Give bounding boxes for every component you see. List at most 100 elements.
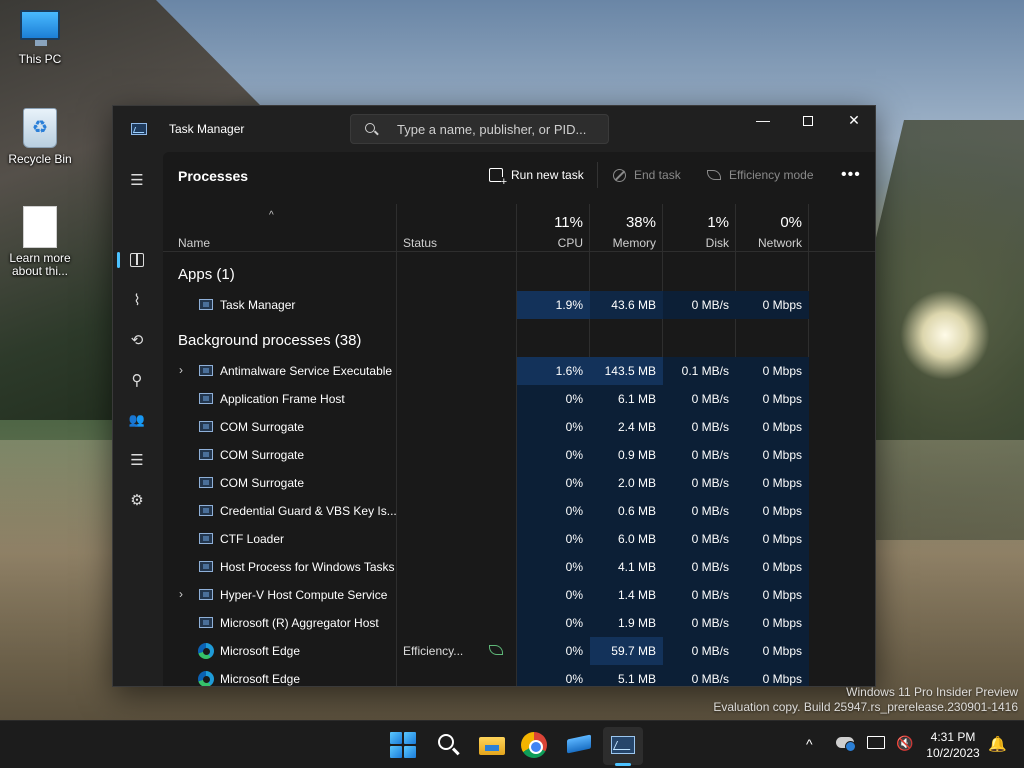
process-name: COM Surrogate <box>220 476 305 490</box>
cpu-cell: 0% <box>517 581 590 609</box>
network-cell: 0 Mbps <box>736 665 809 686</box>
process-name: CTF Loader <box>220 532 285 546</box>
table-row[interactable]: Microsoft (R) Aggregator Host 0% 1.9 MB … <box>163 609 875 637</box>
watermark-line-1: Windows 11 Pro Insider Preview <box>846 685 1018 699</box>
disk-cell: 0 MB/s <box>663 637 736 665</box>
volume-muted-icon[interactable]: 🔇 <box>896 735 913 752</box>
nav-details[interactable]: ☰ <box>119 444 155 476</box>
search-box[interactable]: Type a name, publisher, or PID... <box>350 114 609 144</box>
page-title: Processes <box>178 168 249 184</box>
process-icon <box>199 449 213 460</box>
column-header-memory[interactable]: Memory <box>590 236 656 250</box>
expand-chevron-icon[interactable]: › <box>179 363 183 377</box>
table-row[interactable]: Task Manager 1.9% 43.6 MB 0 MB/s 0 Mbps <box>163 291 875 319</box>
process-name: Host Process for Windows Tasks <box>220 560 395 574</box>
nav-users[interactable]: 👥 <box>119 404 155 436</box>
desktop-icon-label: This PC <box>18 52 62 66</box>
close-button[interactable]: ✕ <box>831 106 875 136</box>
table-row[interactable]: Credential Guard & VBS Key Is... 0% 0.6 … <box>163 497 875 525</box>
column-header-cpu[interactable]: CPU <box>517 236 583 250</box>
table-row[interactable]: Microsoft Edge 0% 5.1 MB 0 MB/s 0 Mbps <box>163 665 875 686</box>
task-manager-taskbar-button[interactable] <box>609 731 637 759</box>
efficiency-mode-button[interactable]: Efficiency mode <box>707 168 814 182</box>
search-input[interactable]: Type a name, publisher, or PID... <box>397 122 586 137</box>
show-hidden-icons-chevron[interactable]: ^ <box>806 736 813 752</box>
memory-cell: 59.7 MB <box>590 637 663 665</box>
onedrive-icon[interactable] <box>836 737 856 752</box>
title-bar[interactable]: Task Manager Type a name, publisher, or … <box>113 106 875 152</box>
table-row[interactable]: › Hyper-V Host Compute Service 0% 1.4 MB… <box>163 581 875 609</box>
taskbar-search-button[interactable] <box>434 731 462 759</box>
disk-cell: 0 MB/s <box>663 385 736 413</box>
network-icon[interactable] <box>867 736 885 749</box>
run-new-task-label: Run new task <box>511 168 584 182</box>
table-row[interactable]: Application Frame Host 0% 6.1 MB 0 MB/s … <box>163 385 875 413</box>
table-row[interactable]: Microsoft Edge Efficiency... 0% 59.7 MB … <box>163 637 875 665</box>
network-cell: 0 Mbps <box>736 497 809 525</box>
disk-cell: 0 MB/s <box>663 609 736 637</box>
end-task-button[interactable]: End task <box>613 168 681 182</box>
hyperv-manager-button[interactable] <box>565 731 593 759</box>
network-cell: 0 Mbps <box>736 525 809 553</box>
run-new-task-button[interactable]: Run new task <box>489 168 584 187</box>
nav-processes[interactable] <box>119 244 155 276</box>
column-header-disk[interactable]: Disk <box>663 236 729 250</box>
clock[interactable]: 4:31 PM 10/2/2023 <box>922 729 984 761</box>
puzzle-icon: ⚙ <box>130 492 144 509</box>
chrome-button[interactable] <box>521 732 547 758</box>
network-cell: 0 Mbps <box>736 357 809 385</box>
nav-startup-apps[interactable]: ⚲ <box>119 364 155 396</box>
minimize-button[interactable]: — <box>740 106 786 136</box>
edge-icon <box>198 671 214 686</box>
process-icon <box>199 421 213 432</box>
column-header-network[interactable]: Network <box>736 236 802 250</box>
windows-logo-pane <box>390 746 402 758</box>
nav-app-history[interactable]: ⟲ <box>119 324 155 356</box>
desktop-icon-recycle-bin[interactable]: Recycle Bin <box>0 108 80 166</box>
desktop-icon-this-pc[interactable]: This PC <box>0 10 80 66</box>
column-header-status[interactable]: Status <box>403 236 437 250</box>
nav-services[interactable]: ⚙ <box>119 484 155 516</box>
start-button[interactable] <box>389 731 417 759</box>
background-section-header[interactable]: Background processes (38) <box>178 332 361 349</box>
process-name: Microsoft (R) Aggregator Host <box>220 616 379 630</box>
process-icon <box>199 393 213 404</box>
process-name: Antimalware Service Executable <box>220 364 393 378</box>
notification-bell-icon[interactable]: 🔔 <box>988 735 1007 753</box>
network-cell: 0 Mbps <box>736 609 809 637</box>
file-explorer-button[interactable] <box>478 731 506 759</box>
nav-performance[interactable]: ⌇ <box>119 284 155 316</box>
process-icon <box>199 505 213 516</box>
network-cell: 0 Mbps <box>736 469 809 497</box>
desktop-icon-learn-more[interactable]: Learn more about thi... <box>0 206 80 278</box>
folder-icon <box>479 737 505 755</box>
cpu-cell: 0% <box>517 497 590 525</box>
cpu-cell: 0% <box>517 609 590 637</box>
table-row[interactable]: COM Surrogate 0% 2.0 MB 0 MB/s 0 Mbps <box>163 469 875 497</box>
table-row[interactable]: Host Process for Windows Tasks 0% 4.1 MB… <box>163 553 875 581</box>
network-cell: 0 Mbps <box>736 385 809 413</box>
hamburger-menu-icon[interactable]: ☰ <box>119 164 155 196</box>
process-icon <box>199 477 213 488</box>
memory-cell: 1.9 MB <box>590 609 663 637</box>
disk-cell: 0 MB/s <box>663 581 736 609</box>
column-header-name[interactable]: Name <box>178 236 210 250</box>
running-indicator <box>615 763 631 766</box>
more-options-button[interactable]: ••• <box>841 166 861 184</box>
apps-section-header[interactable]: Apps (1) <box>178 266 235 283</box>
maximize-button[interactable] <box>785 106 831 136</box>
expand-chevron-icon[interactable]: › <box>179 587 183 601</box>
disk-cell: 0 MB/s <box>663 553 736 581</box>
table-row[interactable]: COM Surrogate 0% 0.9 MB 0 MB/s 0 Mbps <box>163 441 875 469</box>
cpu-cell: 0% <box>517 385 590 413</box>
network-cell: 0 Mbps <box>736 581 809 609</box>
cpu-cell: 0% <box>517 469 590 497</box>
cpu-cell: 0% <box>517 413 590 441</box>
table-row[interactable]: › Antimalware Service Executable 1.6% 14… <box>163 357 875 385</box>
memory-cell: 5.1 MB <box>590 665 663 686</box>
table-row[interactable]: COM Surrogate 0% 2.4 MB 0 MB/s 0 Mbps <box>163 413 875 441</box>
processes-icon <box>130 253 144 267</box>
task-manager-app-icon <box>131 123 147 135</box>
toolbar-divider <box>597 162 598 188</box>
table-row[interactable]: CTF Loader 0% 6.0 MB 0 MB/s 0 Mbps <box>163 525 875 553</box>
